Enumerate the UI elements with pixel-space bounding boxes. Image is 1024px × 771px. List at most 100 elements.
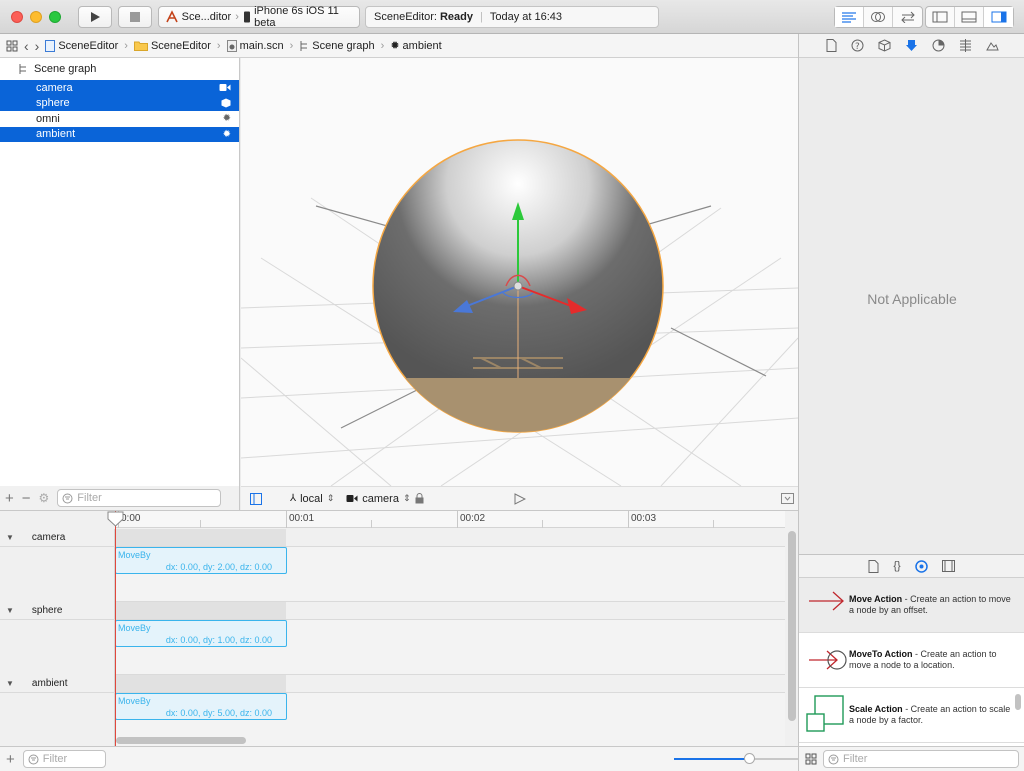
disclosure-triangle-icon[interactable]: ▼ (6, 533, 14, 542)
object-library-icon[interactable] (914, 559, 928, 573)
library-scrollbar[interactable] (1015, 694, 1021, 710)
node-inspector-icon[interactable] (878, 39, 891, 52)
filter-placeholder: Filter (42, 753, 68, 765)
space-mode-value: local (300, 492, 323, 505)
close-window-button[interactable] (11, 11, 23, 23)
move-arrow-icon (809, 591, 844, 610)
activity-status: SceneEditor: Ready | Today at 16:43 (365, 6, 659, 28)
minimize-window-button[interactable] (30, 11, 42, 23)
chevron-right-icon: › (124, 39, 128, 52)
align-lines-icon (842, 12, 856, 23)
timeline-filter-field[interactable]: Filter (22, 750, 107, 768)
add-node-button[interactable]: + (5, 490, 14, 507)
assistant-editor-button[interactable] (864, 7, 893, 27)
timeline-ruler[interactable]: 0:00 00:01 00:02 00:03 (115, 511, 785, 528)
gear-icon[interactable]: ⚙ (39, 491, 50, 505)
track-header-sphere[interactable]: ▼ sphere (0, 602, 785, 619)
toggle-utilities-button[interactable] (984, 7, 1013, 27)
disclosure-triangle-icon[interactable]: ▼ (6, 606, 14, 615)
toggle-debug-area-button[interactable] (955, 7, 984, 27)
add-track-button[interactable]: + (6, 751, 15, 768)
playhead-handle[interactable] (107, 511, 124, 527)
camera-icon (219, 84, 231, 92)
file-inspector-icon[interactable] (826, 39, 837, 52)
right-panel-icon (991, 11, 1006, 23)
track-summary-bar (115, 675, 286, 692)
timeline-zoom-slider[interactable] (674, 753, 799, 764)
scene-node-camera[interactable]: camera (0, 80, 239, 96)
attributes-inspector-icon[interactable] (905, 39, 918, 52)
track-lane-sphere: MoveBy dx: 0.00, dy: 1.00, dz: 0.00 (0, 619, 785, 676)
scene-viewport[interactable] (241, 58, 798, 486)
status-state: Ready (439, 11, 474, 23)
disclosure-triangle-icon[interactable]: ▼ (6, 679, 14, 688)
stop-button[interactable] (118, 6, 152, 28)
scene-node-sphere[interactable]: sphere (0, 95, 239, 111)
scene-inspector-icon[interactable] (985, 39, 999, 52)
lock-icon[interactable] (415, 493, 424, 504)
filter-placeholder: Filter (843, 753, 868, 765)
physics-inspector-icon[interactable] (959, 39, 972, 52)
library-footer: Filter (798, 746, 1024, 771)
status-time: Today at 16:43 (489, 11, 563, 23)
library-item-scale-action[interactable]: Scale Action - Create an action to scale… (799, 688, 1024, 743)
breadcrumb-scene-graph-label: Scene graph (312, 39, 375, 52)
move-by-action-block[interactable]: MoveBy dx: 0.00, dy: 1.00, dz: 0.00 (115, 620, 287, 647)
back-arrow-icon[interactable]: ‹ (24, 38, 29, 54)
grid-view-icon[interactable] (805, 753, 817, 765)
library-filter-field[interactable]: Filter (823, 750, 1019, 768)
zoom-slider-fill (674, 758, 749, 760)
tick-label: 00:03 (628, 511, 656, 528)
forward-arrow-icon[interactable]: › (35, 38, 40, 54)
action-title: MoveBy (118, 550, 151, 560)
node-label: omni (36, 112, 60, 125)
horizontal-scrollbar[interactable] (116, 737, 246, 744)
breadcrumb-project-label: SceneEditor (58, 39, 119, 52)
play-scene-icon[interactable] (514, 492, 526, 505)
collapse-inspector-icon[interactable] (780, 493, 794, 504)
chevron-right-icon: › (216, 39, 221, 52)
zoom-window-button[interactable] (49, 11, 61, 23)
action-timeline: 0:00 00:01 00:02 00:03 ▼ camera MoveBy dx… (0, 510, 798, 746)
toggle-outline-icon[interactable] (250, 492, 262, 505)
scene-graph-title: Scene graph (34, 63, 97, 75)
breadcrumb-node[interactable]: ✹ ambient (390, 39, 441, 53)
standard-editor-button[interactable] (835, 7, 864, 27)
destination-name: iPhone 6s iOS 11 beta (254, 5, 339, 29)
run-button[interactable] (78, 6, 112, 28)
track-header-camera[interactable]: ▼ camera (0, 529, 785, 546)
scene-graph-filter-field[interactable]: Filter (57, 489, 222, 507)
file-template-icon[interactable] (868, 559, 879, 573)
space-mode-popup[interactable]: ⅄ local ⇕ (290, 493, 334, 505)
node-label: sphere (36, 97, 70, 110)
scene-node-ambient[interactable]: ambient ✹ (0, 126, 239, 142)
move-by-action-block[interactable]: MoveBy dx: 0.00, dy: 5.00, dz: 0.00 (115, 693, 287, 720)
track-header-ambient[interactable]: ▼ ambient (0, 675, 785, 692)
toggle-navigator-button[interactable] (926, 7, 955, 27)
material-inspector-icon[interactable] (932, 39, 945, 52)
scene-node-omni[interactable]: omni ✹ (0, 111, 239, 127)
inspector-panel: ? Not Applicable (798, 34, 1024, 554)
library-item-move-action[interactable]: Move Action - Create an action to move a… (799, 578, 1024, 633)
related-items-grid-icon[interactable] (6, 40, 18, 52)
axes-icon: ⅄ (290, 493, 297, 504)
scheme-selector[interactable]: Sce...ditor › iPhone 6s iOS 11 beta (158, 5, 360, 29)
point-of-view-popup[interactable]: camera ⇕ (346, 493, 424, 505)
play-icon (91, 12, 100, 22)
library-item-moveto-action[interactable]: MoveTo Action - Create an action to move… (799, 633, 1024, 688)
breadcrumb-file[interactable]: main.scn (226, 39, 284, 52)
move-by-action-block[interactable]: MoveBy dx: 0.00, dy: 2.00, dz: 0.00 (115, 547, 287, 574)
code-snippet-icon[interactable]: {} (893, 560, 900, 572)
help-inspector-icon[interactable]: ? (851, 39, 864, 52)
sun-icon: ✹ (222, 128, 231, 140)
status-divider: | (480, 11, 483, 23)
remove-node-button[interactable]: − (22, 490, 31, 507)
zoom-slider-knob[interactable] (743, 753, 755, 764)
media-library-icon[interactable] (941, 560, 955, 572)
breadcrumb-scene-graph[interactable]: Scene graph (299, 39, 375, 52)
chevron-updown-icon: ⇕ (326, 493, 335, 503)
vertical-scrollbar[interactable] (788, 531, 796, 721)
breadcrumb-project[interactable]: SceneEditor (45, 39, 119, 52)
version-editor-button[interactable] (893, 7, 922, 27)
breadcrumb-group[interactable]: SceneEditor (133, 40, 211, 52)
